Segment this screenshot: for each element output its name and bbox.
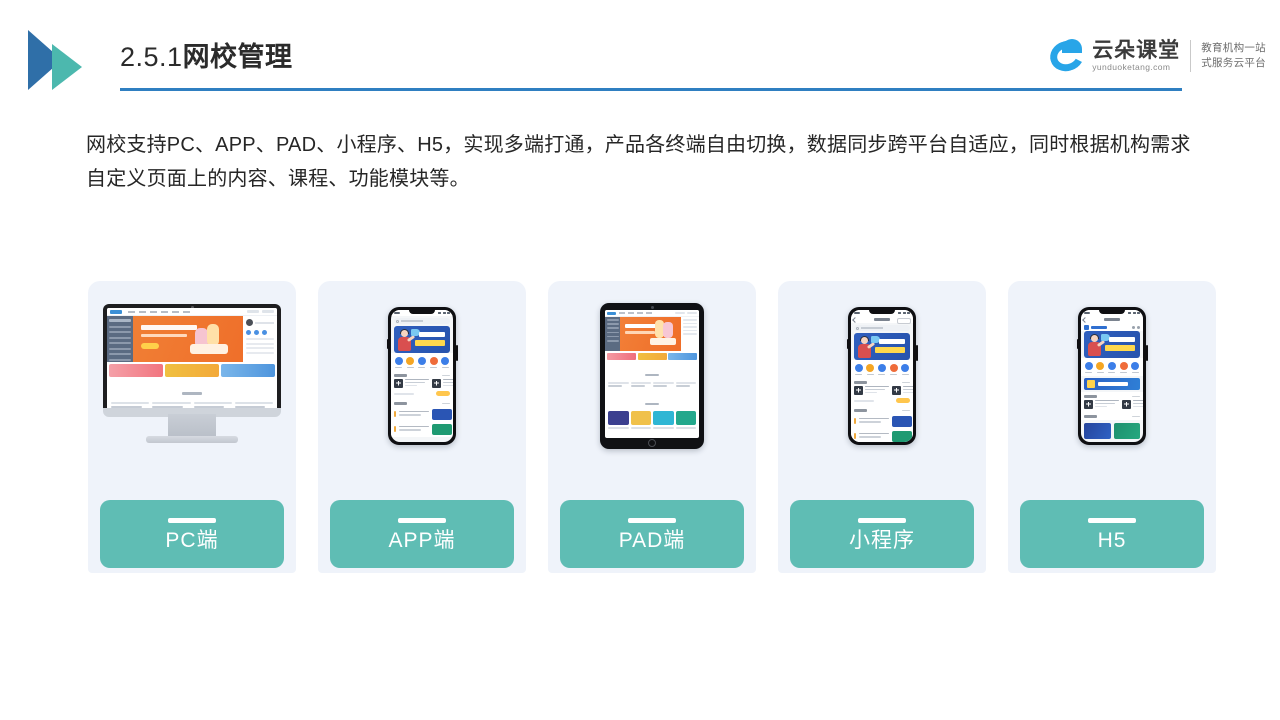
label-dash [398,517,446,523]
platform-card-app[interactable]: APP端 [318,281,526,573]
brand-name: 云朵课堂 [1092,38,1181,62]
platform-label-h5[interactable]: H5 [1020,500,1204,568]
brand-slogan-line1: 教育机构一站 [1201,41,1266,54]
page-title: 2.5.1网校管理 [120,44,1180,71]
brand-divider [1190,40,1192,72]
section-number: 2.5.1 [120,42,183,72]
desktop-monitor-mockup [88,281,296,471]
platform-label-text: PC端 [165,528,219,552]
brand-url: yunduoketang.com [1092,61,1171,72]
cloud-icon [1046,36,1090,76]
brand-slogan-line2: 式服务云平台 [1201,57,1266,69]
slide-header: 2.5.1网校管理 云朵课堂 yunduoketang.com 教育机构一站 式… [0,0,1280,100]
platform-label-text: APP端 [388,528,456,552]
platform-label-pad[interactable]: PAD端 [560,500,744,568]
platform-label-miniprogram[interactable]: 小程序 [790,500,974,568]
platform-label-text: H5 [1097,528,1127,552]
platform-card-h5[interactable]: H5 [1008,281,1216,573]
label-dash [1088,517,1136,523]
platform-card-miniprogram[interactable]: 小程序 [778,281,986,573]
label-dash [168,517,216,523]
tablet-mockup [548,281,756,471]
logo-triangle-teal [52,44,82,90]
platform-card-pc[interactable]: PC端 [88,281,296,573]
smartphone-app-mockup [318,281,526,471]
description-paragraph: 网校支持PC、APP、PAD、小程序、H5，实现多端打通，产品各终端自由切换，数… [86,134,1191,190]
platform-label-pc[interactable]: PC端 [100,500,284,568]
title-underline [120,88,1182,91]
smartphone-miniprogram-mockup [778,281,986,471]
label-dash [628,517,676,523]
section-title: 网校管理 [182,42,293,72]
platform-card-row: PC端 APP端 PAD端 小程序 H5 [88,281,1216,573]
smartphone-h5-mockup [1008,281,1216,471]
platform-label-app[interactable]: APP端 [330,500,514,568]
label-dash [858,517,906,523]
platform-label-text: PAD端 [618,528,686,552]
platform-card-pad[interactable]: PAD端 [548,281,756,573]
double-triangle-play-logo [28,30,88,90]
brand-lockup: 云朵课堂 yunduoketang.com 教育机构一站 式服务云平台 [1046,34,1266,78]
platform-label-text: 小程序 [849,528,915,552]
